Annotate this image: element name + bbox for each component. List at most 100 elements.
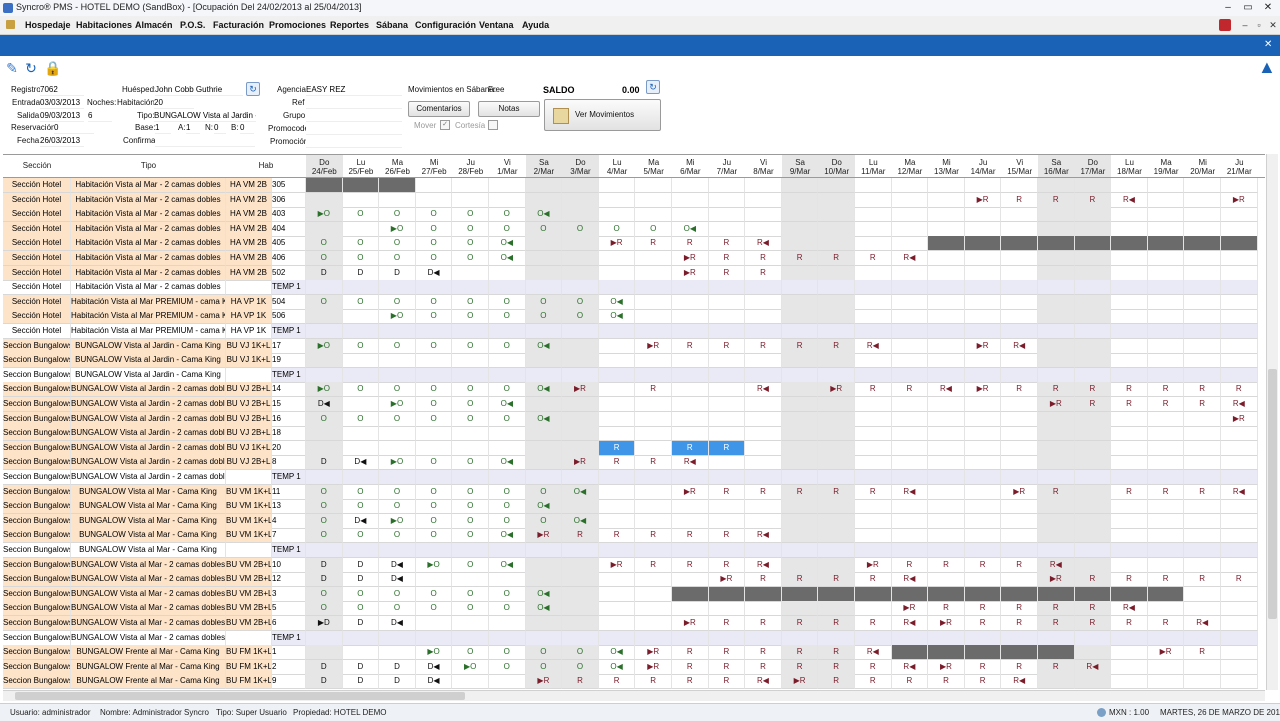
table-row[interactable]: Sección Hotel Habitación Vista al Mar - 2… (3, 207, 1265, 223)
occupancy-cell[interactable] (489, 543, 526, 558)
occupancy-cell[interactable] (1001, 309, 1038, 325)
occupancy-cell[interactable]: O (415, 484, 453, 500)
occupancy-cell[interactable]: R (818, 645, 855, 661)
occupancy-cell[interactable] (525, 572, 563, 588)
occupancy-cell[interactable] (525, 192, 563, 208)
occupancy-cell[interactable]: R◀ (891, 484, 929, 500)
occupancy-cell[interactable] (781, 324, 819, 339)
row-tipo[interactable]: BUNGALOW Vista al Jardin - Cama King (71, 367, 226, 383)
occupancy-cell[interactable] (1074, 499, 1112, 515)
occupancy-cell[interactable] (1221, 426, 1258, 442)
occupancy-cell[interactable]: ▶R (964, 192, 1002, 208)
occupancy-cell[interactable] (342, 324, 380, 339)
occupancy-cell[interactable] (708, 543, 746, 558)
occupancy-cell[interactable] (781, 221, 819, 237)
occupancy-cell[interactable] (1074, 426, 1112, 442)
agencia-field[interactable]: EASY REZ (306, 84, 402, 96)
occupancy-cell[interactable] (964, 513, 1002, 529)
occupancy-cell[interactable] (1147, 280, 1185, 296)
occupancy-cell[interactable] (1001, 455, 1038, 471)
occupancy-cell[interactable] (1074, 353, 1112, 369)
occupancy-cell[interactable] (598, 251, 636, 266)
occupancy-cell[interactable] (781, 207, 819, 223)
occupancy-cell[interactable] (598, 265, 636, 281)
occupancy-cell[interactable] (672, 397, 709, 412)
occupancy-cell[interactable]: ▶R (964, 382, 1002, 398)
occupancy-cell[interactable]: O (489, 659, 526, 675)
occupancy-cell[interactable]: O (452, 251, 489, 266)
occupancy-cell[interactable]: O (342, 207, 380, 223)
occupancy-cell[interactable] (1111, 324, 1148, 339)
occupancy-cell[interactable] (855, 440, 892, 456)
occupancy-cell[interactable]: ▶R (928, 659, 965, 675)
occupancy-cell[interactable]: O (379, 207, 416, 223)
occupancy-cell[interactable] (891, 221, 929, 237)
occupancy-cell[interactable] (781, 586, 819, 602)
ver-movimientos-button[interactable]: Ver Movimientos (544, 99, 661, 131)
pencil-icon[interactable]: ✎ (4, 60, 20, 76)
occupancy-cell[interactable]: R (1074, 572, 1112, 588)
row-hab[interactable]: 17 (272, 338, 306, 354)
row-code[interactable]: HA VM 2B (226, 236, 272, 252)
occupancy-cell[interactable] (745, 426, 782, 442)
occupancy-cell[interactable]: D (379, 659, 416, 675)
occupancy-cell[interactable] (342, 353, 380, 369)
row-seccion[interactable]: Seccion Bungalows (3, 601, 71, 617)
occupancy-cell[interactable] (1147, 178, 1185, 193)
table-row[interactable]: Seccion Bungalows BUNGALOW Vista al Jardi… (3, 367, 1265, 383)
occupancy-cell[interactable] (891, 338, 929, 354)
occupancy-cell[interactable] (708, 411, 746, 427)
menu-habitaciones[interactable]: Habitaciones (76, 20, 132, 30)
occupancy-cell[interactable] (891, 455, 929, 471)
occupancy-cell[interactable] (928, 207, 965, 223)
occupancy-cell[interactable] (891, 265, 929, 281)
table-row[interactable]: Seccion Bungalows BUNGALOW Vista al Mar -… (3, 543, 1265, 558)
occupancy-cell[interactable]: R (855, 382, 892, 398)
occupancy-cell[interactable] (855, 192, 892, 208)
occupancy-cell[interactable] (1038, 411, 1075, 427)
occupancy-cell[interactable]: O (415, 586, 453, 602)
occupancy-cell[interactable]: R (855, 616, 892, 631)
occupancy-cell[interactable] (672, 192, 709, 208)
occupancy-cell[interactable]: O (415, 397, 453, 412)
occupancy-cell[interactable] (1221, 294, 1258, 310)
occupancy-cell[interactable]: R (635, 557, 672, 573)
occupancy-cell[interactable]: R (1038, 484, 1075, 500)
occupancy-cell[interactable]: R◀ (1221, 397, 1258, 412)
occupancy-cell[interactable] (635, 601, 672, 617)
occupancy-cell[interactable] (1074, 324, 1112, 339)
occupancy-cell[interactable]: R (598, 528, 636, 544)
occupancy-cell[interactable] (818, 426, 855, 442)
occupancy-cell[interactable] (1001, 440, 1038, 456)
occupancy-cell[interactable]: R◀ (891, 616, 929, 631)
occupancy-cell[interactable] (1221, 353, 1258, 369)
occupancy-cell[interactable] (306, 178, 343, 193)
occupancy-cell[interactable]: R (745, 251, 782, 266)
occupancy-cell[interactable] (1074, 338, 1112, 354)
occupancy-cell[interactable] (342, 280, 380, 296)
occupancy-cell[interactable]: O (379, 338, 416, 354)
occupancy-cell[interactable] (1038, 440, 1075, 456)
menu-reportes[interactable]: Reportes (330, 20, 369, 30)
occupancy-cell[interactable] (598, 382, 636, 398)
occupancy-cell[interactable]: D (342, 572, 380, 588)
occupancy-cell[interactable]: ▶R (672, 251, 709, 266)
occupancy-cell[interactable]: R (1184, 382, 1221, 398)
occupancy-cell[interactable] (1074, 645, 1112, 661)
occupancy-cell[interactable]: R◀ (1001, 338, 1038, 354)
occupancy-cell[interactable]: O (415, 221, 453, 237)
occupancy-cell[interactable] (1038, 630, 1075, 646)
occupancy-cell[interactable] (342, 367, 380, 383)
occupancy-cell[interactable] (525, 265, 563, 281)
occupancy-cell[interactable]: R (1147, 572, 1185, 588)
date-header[interactable]: Ju 21/Mar (1221, 155, 1258, 177)
row-code[interactable] (226, 470, 272, 485)
occupancy-cell[interactable] (525, 557, 563, 573)
occupancy-cell[interactable] (635, 616, 672, 631)
occupancy-cell[interactable] (964, 426, 1002, 442)
row-code[interactable]: BU VJ 2B+L (226, 411, 272, 427)
occupancy-cell[interactable] (855, 309, 892, 325)
occupancy-cell[interactable]: R◀ (891, 251, 929, 266)
occupancy-cell[interactable]: R (1001, 659, 1038, 675)
occupancy-cell[interactable]: O (306, 251, 343, 266)
